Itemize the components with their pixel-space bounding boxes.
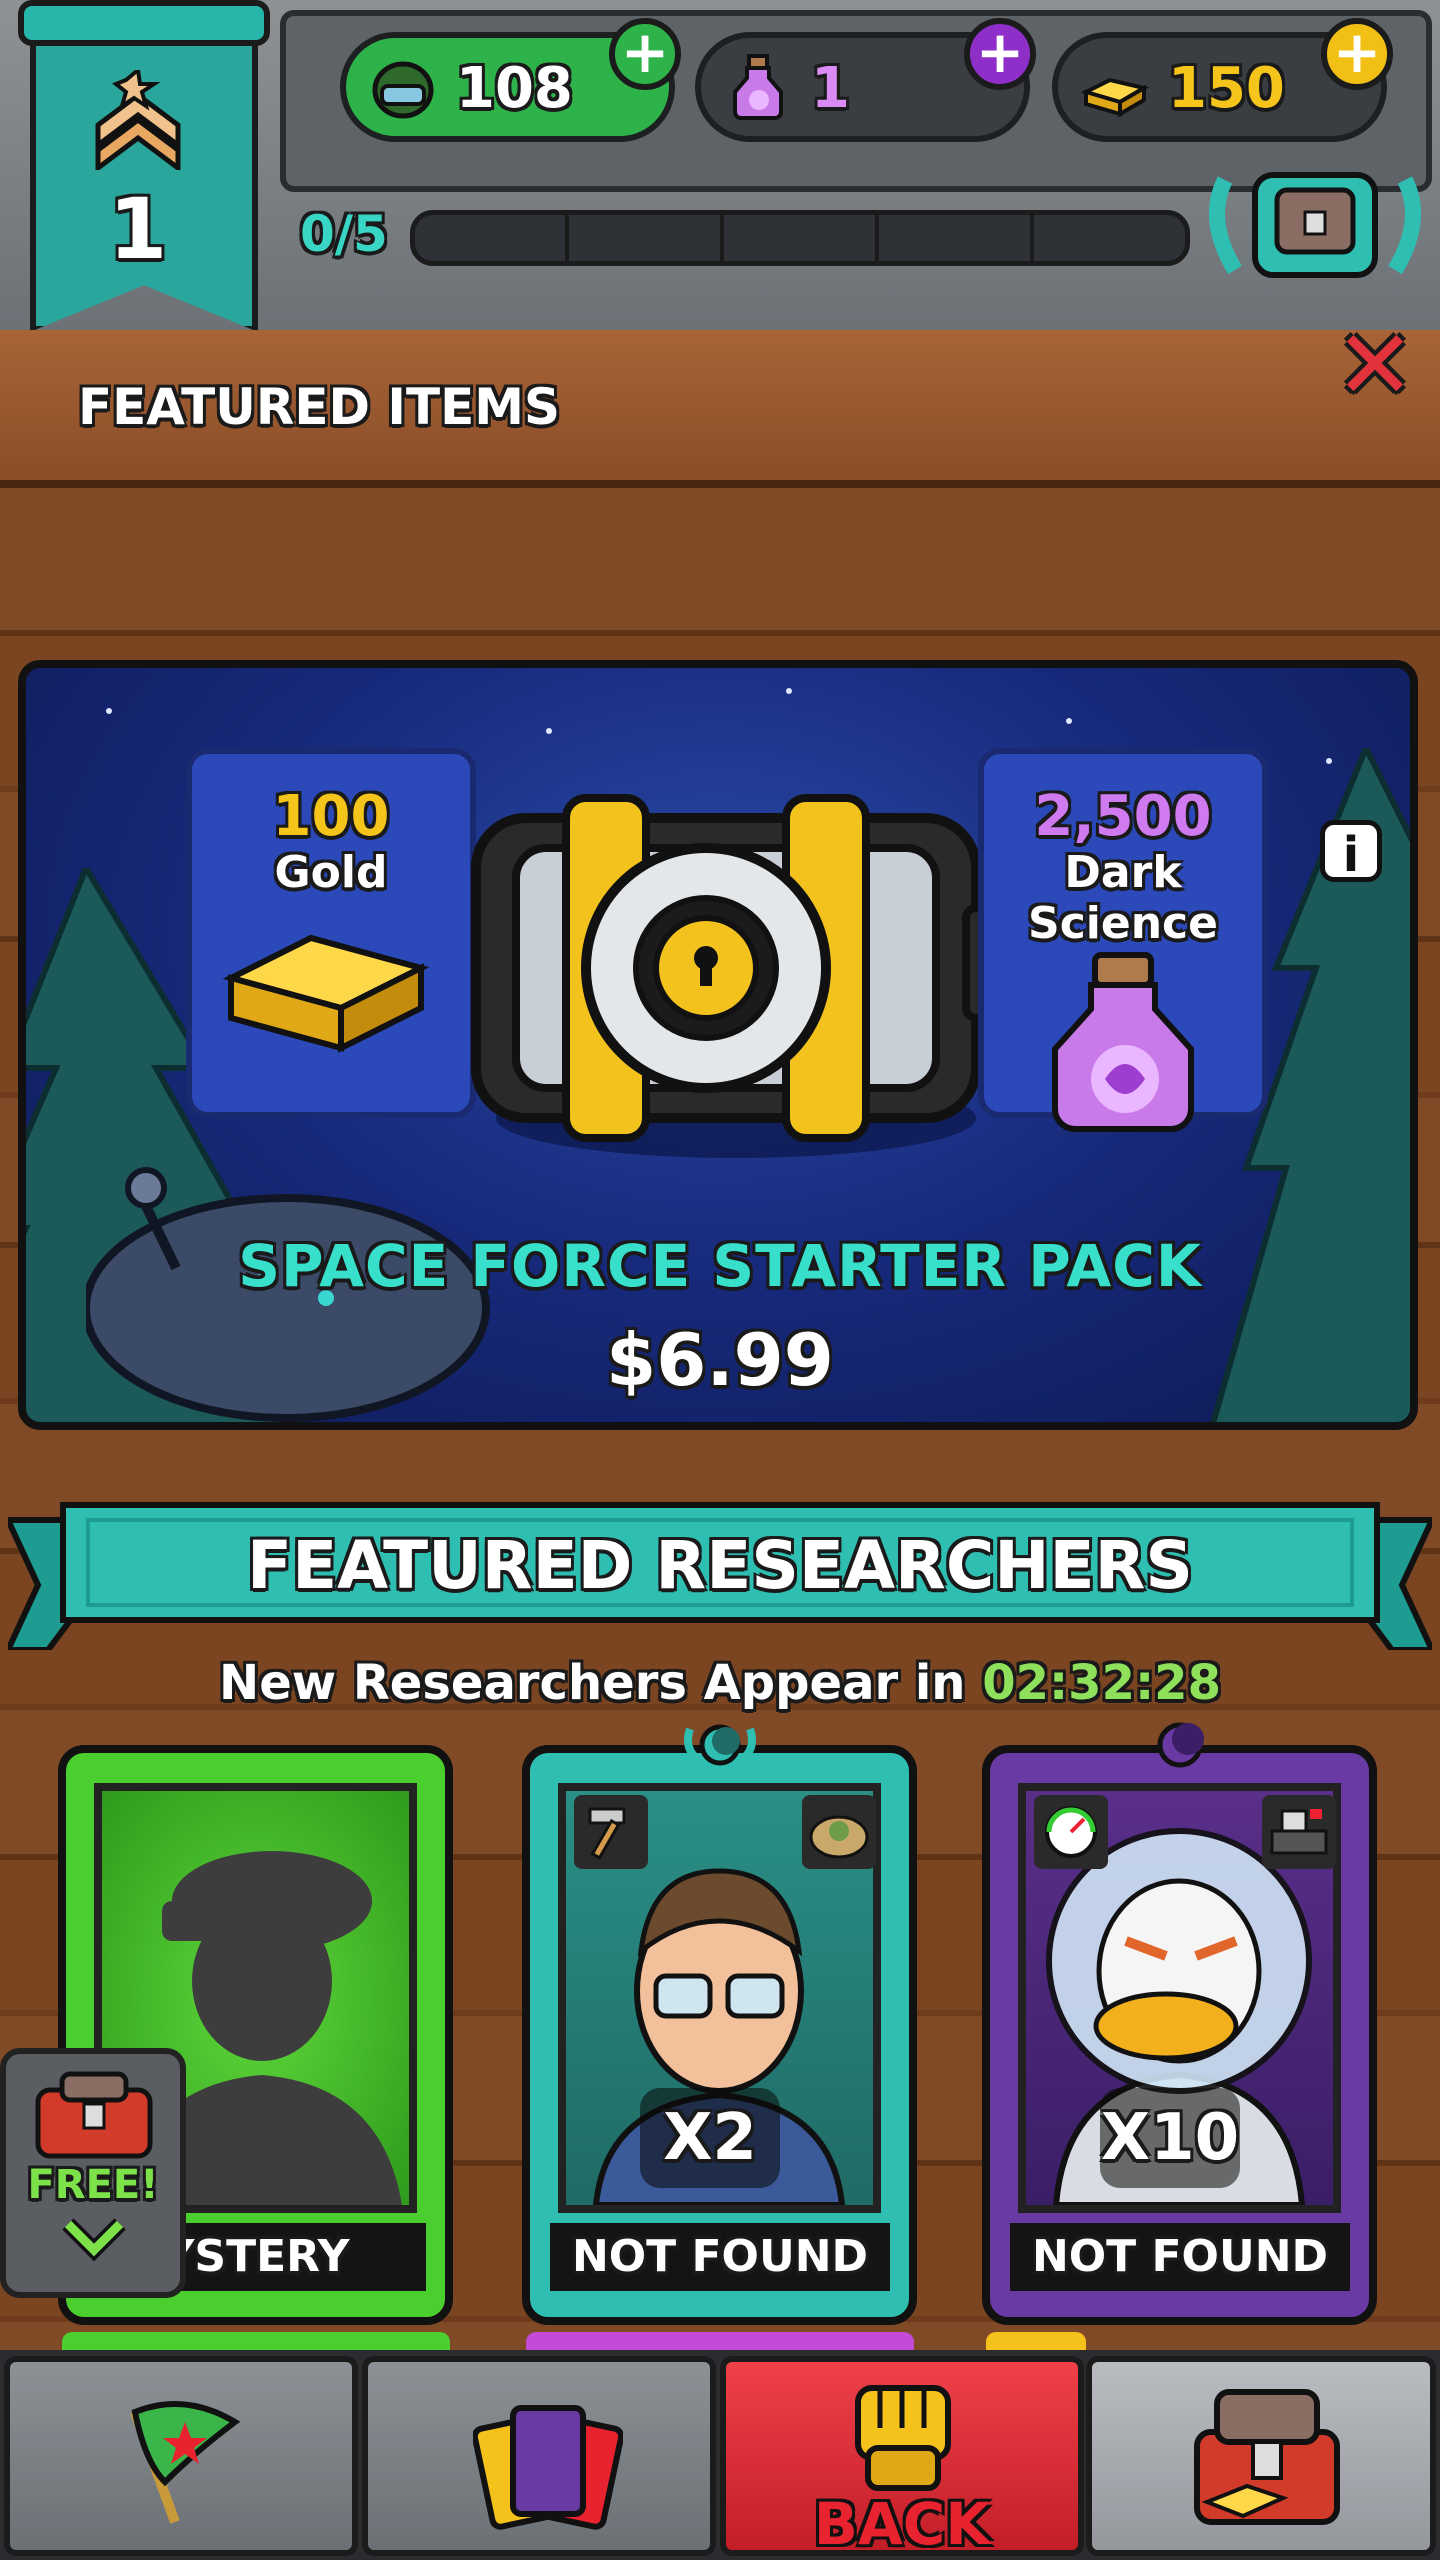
gold-reward-amount: 100 bbox=[272, 784, 390, 849]
nav-tab-cards[interactable] bbox=[362, 2356, 716, 2556]
back-label: BACK bbox=[813, 2490, 991, 2558]
desk-icon bbox=[1262, 1795, 1336, 1869]
gold-reward-card: 100 Gold bbox=[186, 748, 476, 1118]
add-gold-button[interactable]: + bbox=[1321, 18, 1393, 90]
free-chest-icon bbox=[35, 2071, 153, 2159]
moon-badge-icon bbox=[684, 1724, 756, 1774]
gold-bars-icon bbox=[222, 934, 430, 1053]
dark-science-potion-icon bbox=[1052, 952, 1194, 1132]
soldiers-currency[interactable]: 108 + bbox=[340, 18, 681, 142]
fist-icon bbox=[855, 2385, 951, 2491]
gold-currency[interactable]: 150 + bbox=[1052, 18, 1393, 142]
starter-pack-banner[interactable]: 100 Gold 2,500 Dark Science bbox=[18, 660, 1418, 1430]
card-strip-yellow bbox=[986, 2332, 1086, 2352]
rank-chevron-icon bbox=[95, 70, 181, 170]
terrain-icon bbox=[802, 1795, 876, 1869]
xp-progress-bar bbox=[410, 210, 1190, 266]
gold-bar-icon bbox=[1080, 77, 1150, 118]
researcher-multiplier: X2 bbox=[640, 2088, 780, 2188]
dark-science-reward-amount: 2,500 bbox=[1034, 784, 1212, 849]
researchers-timer-prefix: New Researchers Appear in bbox=[219, 1655, 966, 1711]
add-soldiers-button[interactable]: + bbox=[609, 18, 681, 90]
gauge-icon bbox=[1034, 1795, 1108, 1869]
researchers-timer-line: New Researchers Appear in 02:32:28 bbox=[0, 1655, 1440, 1711]
soldiers-value: 108 bbox=[456, 56, 573, 121]
card-strip-purple bbox=[526, 2332, 914, 2352]
rank-banner[interactable]: 1 bbox=[18, 0, 270, 332]
chest-reward-button[interactable] bbox=[1205, 160, 1425, 290]
featured-researchers-title: FEATURED RESEARCHERS bbox=[247, 1527, 1193, 1604]
researcher-card-2[interactable]: X2 NOT FOUND bbox=[522, 1724, 917, 2325]
card-strip-green bbox=[62, 2332, 450, 2352]
researcher-card-3[interactable]: X10 NOT FOUND bbox=[982, 1722, 1377, 2325]
researcher-label: NOT FOUND bbox=[550, 2223, 890, 2291]
featured-items-title: FEATURED ITEMS bbox=[78, 378, 561, 436]
researchers-timer: 02:32:28 bbox=[982, 1655, 1221, 1711]
moon-badge-icon bbox=[1157, 1722, 1204, 1768]
dark-science-reward-name: Dark Science bbox=[1028, 847, 1218, 949]
add-dark-science-button[interactable]: + bbox=[964, 18, 1036, 90]
dark-science-value: 1 bbox=[811, 56, 850, 121]
potion-icon bbox=[733, 54, 783, 120]
rank-number: 1 bbox=[108, 180, 168, 278]
chevron-down-icon bbox=[62, 2218, 126, 2262]
gold-reward-name: Gold bbox=[274, 847, 388, 898]
free-label: FREE! bbox=[27, 2162, 159, 2208]
back-button[interactable]: BACK bbox=[720, 2356, 1084, 2558]
dark-science-reward-card: 2,500 Dark Science bbox=[978, 748, 1268, 1132]
shop-chest-icon bbox=[1194, 2389, 1340, 2525]
xp-progress-label: 0/5 bbox=[300, 205, 388, 263]
close-button[interactable]: ✕ bbox=[1330, 317, 1420, 413]
cards-icon bbox=[473, 2405, 623, 2530]
pack-info-button[interactable]: i bbox=[1320, 820, 1382, 883]
nav-tab-missions[interactable] bbox=[4, 2356, 358, 2556]
rank-flag bbox=[30, 20, 258, 332]
rank-banner-rod bbox=[18, 0, 270, 46]
researcher-multiplier: X10 bbox=[1100, 2088, 1240, 2188]
pack-price-button[interactable]: $6.99 bbox=[0, 1318, 1440, 1402]
helmet-icon bbox=[372, 61, 434, 119]
dark-science-currency[interactable]: 1 + bbox=[695, 18, 1036, 142]
free-chest-button[interactable]: FREE! bbox=[0, 2048, 186, 2298]
gold-value: 150 bbox=[1168, 56, 1285, 121]
pack-name: SPACE FORCE STARTER PACK bbox=[238, 1232, 1202, 1300]
vault-chest-icon bbox=[471, 794, 1010, 1158]
flag-icon bbox=[130, 2401, 241, 2524]
nav-tab-shop[interactable] bbox=[1086, 2356, 1436, 2556]
hammer-icon bbox=[574, 1795, 648, 1869]
researcher-label: NOT FOUND bbox=[1010, 2223, 1350, 2291]
